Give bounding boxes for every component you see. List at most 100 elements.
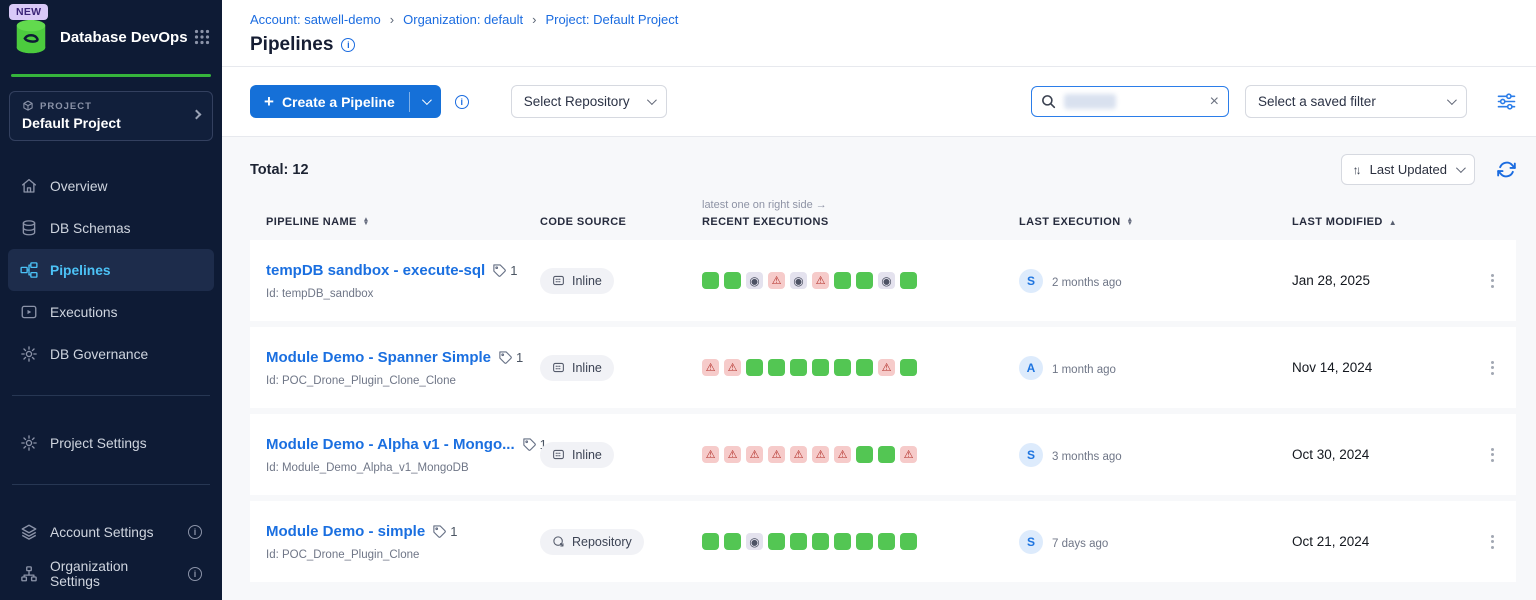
avatar: S xyxy=(1019,530,1043,554)
info-icon[interactable]: i xyxy=(188,567,202,581)
pipeline-name-link[interactable]: Module Demo - simple xyxy=(266,523,425,540)
tag-icon[interactable]: 1 xyxy=(432,524,457,539)
execution-status-success[interactable] xyxy=(856,446,873,463)
execution-status-warning[interactable]: ⚠ xyxy=(812,446,829,463)
sort-arrows-icon: ↑↓ xyxy=(1353,163,1359,177)
sidebar-item-organization-settings[interactable]: Organization Settings i xyxy=(8,553,214,595)
execution-status-warning[interactable]: ⚠ xyxy=(834,446,851,463)
sidebar-item-project-settings[interactable]: Project Settings xyxy=(8,422,214,464)
pipeline-name-link[interactable]: tempDB sandbox - execute-sql xyxy=(266,262,485,279)
project-selector[interactable]: PROJECT Default Project xyxy=(9,91,213,141)
execution-status-success[interactable] xyxy=(746,359,763,376)
execution-status-success[interactable] xyxy=(834,533,851,550)
execution-status-warning[interactable]: ⚠ xyxy=(878,359,895,376)
execution-status-success[interactable] xyxy=(900,359,917,376)
create-pipeline-dropdown-button[interactable] xyxy=(410,85,441,118)
project-name: Default Project xyxy=(22,115,186,131)
execution-status-success[interactable] xyxy=(856,359,873,376)
sidebar-item-overview[interactable]: Overview xyxy=(8,165,214,207)
execution-status-skipped[interactable]: ◉ xyxy=(746,533,763,550)
execution-status-success[interactable] xyxy=(702,533,719,550)
execution-status-warning[interactable]: ⚠ xyxy=(900,446,917,463)
info-icon[interactable]: i xyxy=(341,38,355,52)
sidebar-item-label: Pipelines xyxy=(50,263,111,278)
app-window: NEW Database DevOps xyxy=(0,0,1536,600)
execution-status-success[interactable] xyxy=(702,272,719,289)
execution-status-success[interactable] xyxy=(768,359,785,376)
tag-icon[interactable]: 1 xyxy=(492,263,517,278)
execution-status-success[interactable] xyxy=(724,272,741,289)
breadcrumb-organization-link[interactable]: Organization: default xyxy=(403,12,523,27)
info-icon[interactable]: i xyxy=(455,95,469,109)
execution-status-success[interactable] xyxy=(900,272,917,289)
search-input[interactable]: × xyxy=(1031,86,1229,117)
pipeline-name-link[interactable]: Module Demo - Alpha v1 - Mongo... xyxy=(266,436,515,453)
execution-status-warning[interactable]: ⚠ xyxy=(768,446,785,463)
kebab-menu-button[interactable] xyxy=(1487,444,1498,466)
sidebar-item-pipelines[interactable]: Pipelines xyxy=(8,249,214,291)
execution-status-success[interactable] xyxy=(856,272,873,289)
sort-toggle-icon[interactable]: ▲▼ xyxy=(1127,218,1134,226)
execution-status-warning[interactable]: ⚠ xyxy=(702,446,719,463)
kebab-menu-button[interactable] xyxy=(1487,531,1498,553)
execution-status-warning[interactable]: ⚠ xyxy=(812,272,829,289)
table-row: Module Demo - simple 1 Id: POC_Drone_Plu… xyxy=(250,501,1516,582)
execution-status-success[interactable] xyxy=(724,533,741,550)
execution-status-warning[interactable]: ⚠ xyxy=(702,359,719,376)
table-row: tempDB sandbox - execute-sql 1 Id: tempD… xyxy=(250,240,1516,321)
inline-icon xyxy=(552,448,565,461)
execution-status-success[interactable] xyxy=(878,533,895,550)
execution-status-warning[interactable]: ⚠ xyxy=(768,272,785,289)
execution-status-warning[interactable]: ⚠ xyxy=(724,359,741,376)
plus-icon: + xyxy=(264,93,274,110)
tag-count: 1 xyxy=(510,263,517,278)
tag-icon[interactable]: 1 xyxy=(498,350,523,365)
execution-status-skipped[interactable]: ◉ xyxy=(878,272,895,289)
execution-status-skipped[interactable]: ◉ xyxy=(790,272,807,289)
execution-status-success[interactable] xyxy=(812,359,829,376)
chevron-down-icon xyxy=(1447,95,1457,105)
sidebar-item-db-governance[interactable]: DB Governance xyxy=(8,333,214,375)
filter-sliders-icon[interactable] xyxy=(1497,93,1516,110)
clear-search-icon[interactable]: × xyxy=(1210,94,1219,110)
sidebar-item-executions[interactable]: Executions xyxy=(8,291,214,333)
sidebar-item-db-schemas[interactable]: DB Schemas xyxy=(8,207,214,249)
sort-dropdown[interactable]: ↑↓ Last Updated xyxy=(1341,154,1475,185)
execution-status-success[interactable] xyxy=(878,446,895,463)
execution-status-warning[interactable]: ⚠ xyxy=(724,446,741,463)
execution-status-warning[interactable]: ⚠ xyxy=(746,446,763,463)
sidebar-item-label: Executions xyxy=(50,305,118,320)
execution-status-success[interactable] xyxy=(790,359,807,376)
sidebar-item-account-settings[interactable]: Account Settings i xyxy=(8,511,214,553)
execution-status-success[interactable] xyxy=(834,272,851,289)
recent-executions: ◉ ⚠ ◉ ⚠ ◉ xyxy=(702,272,1019,289)
kebab-menu-button[interactable] xyxy=(1487,270,1498,292)
column-header-code-source: CODE SOURCE xyxy=(540,216,702,228)
execution-status-success[interactable] xyxy=(812,533,829,550)
saved-filter-dropdown[interactable]: Select a saved filter xyxy=(1245,85,1467,118)
pipeline-id: Id: POC_Drone_Plugin_Clone_Clone xyxy=(266,375,540,387)
pipeline-name-link[interactable]: Module Demo - Spanner Simple xyxy=(266,349,491,366)
execution-status-success[interactable] xyxy=(834,359,851,376)
column-header-last-modified: LAST MODIFIED ▲ xyxy=(1292,216,1468,228)
execution-status-success[interactable] xyxy=(790,533,807,550)
sidebar-item-label: Account Settings xyxy=(50,525,154,540)
execution-status-success[interactable] xyxy=(768,533,785,550)
execution-status-success[interactable] xyxy=(856,533,873,550)
create-pipeline-button[interactable]: + Create a Pipeline xyxy=(250,85,441,118)
sort-toggle-icon[interactable]: ▲▼ xyxy=(363,218,370,226)
kebab-menu-button[interactable] xyxy=(1487,357,1498,379)
code-source-label: Inline xyxy=(572,448,602,462)
sort-asc-icon[interactable]: ▲ xyxy=(1389,218,1397,227)
select-repository-dropdown[interactable]: Select Repository xyxy=(511,85,667,118)
last-execution-ago: 1 month ago xyxy=(1052,364,1116,376)
info-icon[interactable]: i xyxy=(188,525,202,539)
breadcrumb-account-link[interactable]: Account: satwell-demo xyxy=(250,12,381,27)
execution-status-warning[interactable]: ⚠ xyxy=(790,446,807,463)
refresh-icon[interactable] xyxy=(1497,160,1516,179)
breadcrumb-project-link[interactable]: Project: Default Project xyxy=(545,12,678,27)
last-modified-date: Oct 21, 2024 xyxy=(1292,534,1468,549)
execution-status-skipped[interactable]: ◉ xyxy=(746,272,763,289)
execution-status-success[interactable] xyxy=(900,533,917,550)
app-switcher-grid-icon[interactable] xyxy=(194,29,210,45)
